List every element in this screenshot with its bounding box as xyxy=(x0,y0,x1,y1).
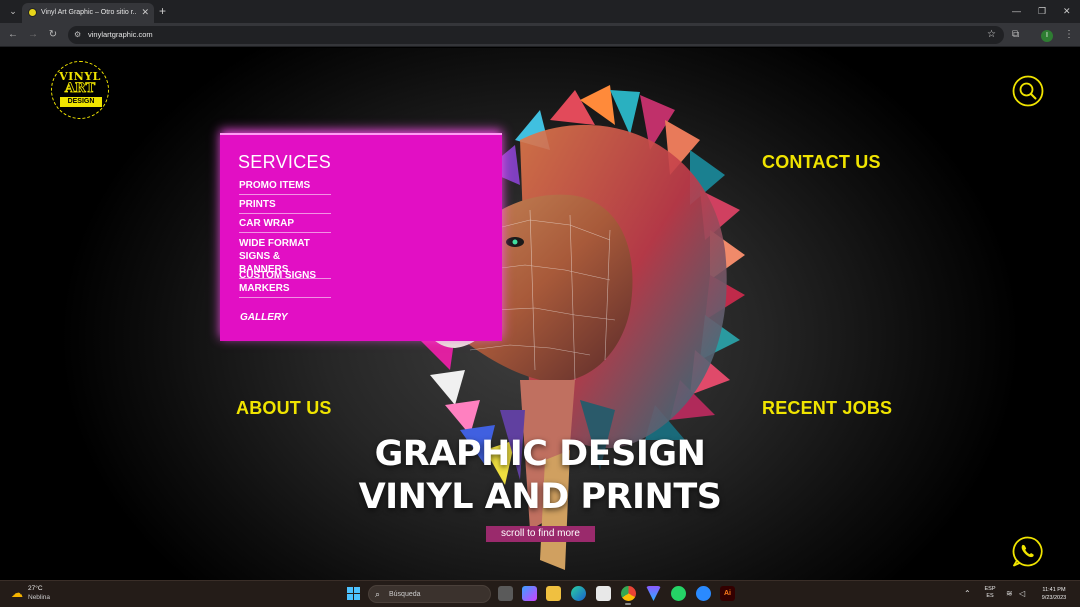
logo-line-design: DESIGN xyxy=(60,97,102,107)
volume-icon[interactable]: ◁ xyxy=(1019,588,1025,600)
taskbar-search-placeholder: Búsqueda xyxy=(389,591,421,598)
browser-tab-strip: ⌄ Vinyl Art Graphic – Otro sitio r... ✕ … xyxy=(0,0,1080,23)
service-link-prints[interactable]: PRINTS xyxy=(239,198,331,214)
edge-icon[interactable] xyxy=(571,586,586,601)
clock-date: 9/23/2023 xyxy=(1041,595,1067,601)
contact-us-link[interactable]: CONTACT US xyxy=(762,152,881,172)
browser-menu-icon[interactable]: ⋮ xyxy=(1064,27,1074,42)
site-info-icon[interactable]: ⚙ xyxy=(74,28,81,42)
illustrator-icon[interactable]: Ai xyxy=(720,586,735,601)
taskbar-search-box[interactable]: ⌕ Búsqueda xyxy=(368,585,491,603)
tray-overflow-icon[interactable]: ⌃ xyxy=(964,588,971,600)
keyboard-layout: ES xyxy=(986,593,994,599)
extensions-icon[interactable]: ⧉ xyxy=(1012,27,1019,42)
file-explorer-icon[interactable] xyxy=(546,586,561,601)
vpn-icon[interactable] xyxy=(646,586,661,601)
search-icon: ⌕ xyxy=(375,589,381,599)
start-button[interactable] xyxy=(347,587,360,600)
service-link-custom-signs[interactable]: CUSTOM SIGNS MARKERS xyxy=(239,269,331,298)
recent-jobs-link[interactable]: RECENT JOBS xyxy=(762,398,892,418)
whatsapp-taskbar-icon[interactable] xyxy=(671,586,686,601)
profile-avatar[interactable]: I xyxy=(1041,30,1053,42)
service-link-car-wrap[interactable]: CAR WRAP xyxy=(239,217,331,233)
copilot-icon[interactable] xyxy=(522,586,537,601)
whatsapp-icon[interactable] xyxy=(1011,535,1044,568)
wifi-icon[interactable]: ≋ xyxy=(1006,588,1013,600)
minimize-button[interactable]: — xyxy=(1012,5,1021,17)
scroll-down-button[interactable]: scroll to find more xyxy=(486,526,595,542)
tab-close-icon[interactable]: ✕ xyxy=(141,6,149,18)
clock[interactable]: 11:41 PM 9/23/2023 xyxy=(1034,586,1074,602)
services-title[interactable]: SERVICES xyxy=(238,152,331,172)
app-icon[interactable] xyxy=(696,586,711,601)
gallery-link[interactable]: GALLERY xyxy=(240,311,288,324)
input-language[interactable]: ESP ES xyxy=(983,586,997,600)
os-taskbar: ☁ 27°C Neblina ⌕ Búsqueda Ai ⌃ ESP ES ≋ … xyxy=(0,580,1080,607)
address-bar[interactable]: ⚙ vinylartgraphic.com ☆ xyxy=(68,26,1004,44)
new-tab-button[interactable]: + xyxy=(159,4,166,18)
logo-line-art: ART xyxy=(64,81,96,96)
tab-search-icon[interactable]: ⌄ xyxy=(6,4,20,18)
weather-icon[interactable]: ☁ xyxy=(11,586,23,600)
chrome-active-indicator xyxy=(625,603,631,605)
weather-description[interactable]: Neblina xyxy=(28,594,50,602)
hero-title-line1: GRAPHIC DESIGN xyxy=(374,434,706,474)
back-icon[interactable]: ← xyxy=(6,28,20,42)
bookmark-star-icon[interactable]: ☆ xyxy=(987,27,996,42)
hero-title-line2: VINYL AND PRINTS xyxy=(358,477,722,517)
reload-icon[interactable]: ↻ xyxy=(46,28,60,42)
restore-button[interactable]: ❐ xyxy=(1038,5,1046,17)
forward-icon[interactable]: → xyxy=(26,28,40,42)
site-logo[interactable]: VINYL ART DESIGN xyxy=(51,61,109,119)
store-icon[interactable] xyxy=(596,586,611,601)
site-favicon-icon xyxy=(28,8,37,17)
language-code: ESP xyxy=(984,586,996,592)
search-icon[interactable] xyxy=(1012,75,1044,107)
close-window-button[interactable]: ✕ xyxy=(1063,5,1071,17)
weather-temperature[interactable]: 27°C xyxy=(28,585,43,593)
services-menu: SERVICES PROMO ITEMS PRINTS CAR WRAP WID… xyxy=(220,133,502,341)
about-us-link[interactable]: ABOUT US xyxy=(236,398,332,418)
chrome-icon[interactable] xyxy=(621,586,636,601)
url-text[interactable]: vinylartgraphic.com xyxy=(88,28,153,42)
service-link-promo-items[interactable]: PROMO ITEMS xyxy=(239,179,331,195)
page-viewport: VINYL ART DESIGN SERVICES PROMO ITEMS PR… xyxy=(0,48,1080,580)
clock-time: 11:41 PM xyxy=(1042,587,1066,593)
task-view-icon[interactable] xyxy=(498,586,513,601)
browser-toolbar: ← → ↻ ⚙ vinylartgraphic.com ☆ ⧉ ⋮ xyxy=(0,23,1080,47)
tab-title: Vinyl Art Graphic – Otro sitio r... xyxy=(41,9,136,16)
browser-tab[interactable]: Vinyl Art Graphic – Otro sitio r... ✕ xyxy=(22,3,154,23)
